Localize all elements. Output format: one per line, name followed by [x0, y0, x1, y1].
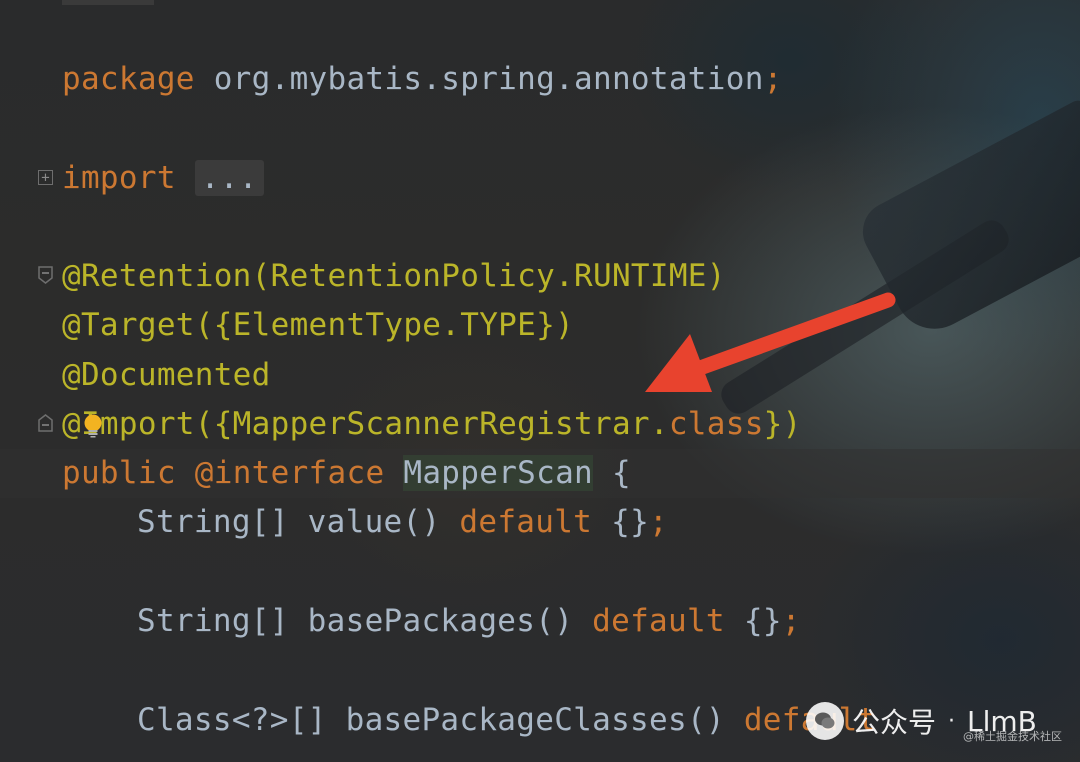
target-annotation: @Target({ElementType.TYPE}) — [62, 307, 575, 343]
package-keyword: package — [62, 61, 195, 97]
semicolon: ; — [781, 603, 801, 639]
import-annotation-prefix: @Import({MapperScannerRegistrar. — [62, 406, 669, 442]
default-keyword: default — [592, 603, 725, 639]
documented-annotation: @Documented — [62, 357, 271, 393]
code-line-import-annotation: @Import({MapperScannerRegistrar.class}) — [62, 400, 802, 449]
import-annotation-suffix: }) — [763, 406, 802, 442]
semicolon: ; — [763, 61, 783, 97]
public-keyword: public — [62, 455, 176, 491]
default-keyword: default — [459, 504, 593, 540]
default-value: {} — [724, 603, 782, 639]
code-line-target: @Target({ElementType.TYPE}) — [62, 301, 574, 350]
watermark-separator: · — [948, 708, 956, 734]
code-line-retention: @Retention(RetentionPolicy.RUNTIME) — [62, 252, 726, 301]
class-keyword: class — [668, 406, 764, 442]
default-value: {} — [592, 504, 650, 540]
code-line-basepackageclasses-method: Class<?>[] basePackageClasses() default — [137, 696, 877, 745]
lightbulb-icon[interactable] — [82, 414, 104, 438]
code-line-value-method: String[] value() default {}; — [137, 498, 668, 547]
semicolon: ; — [649, 504, 669, 540]
collapse-icon[interactable] — [38, 414, 53, 432]
retention-annotation: @Retention(RetentionPolicy.RUNTIME) — [62, 258, 726, 294]
package-name: org.mybatis.spring.annotation — [194, 61, 764, 97]
code-editor[interactable]: package org.mybatis.spring.annotation; i… — [0, 0, 1080, 762]
expand-icon[interactable]: + — [38, 170, 53, 185]
basepackageclasses-method-signature: Class<?>[] basePackageClasses() — [137, 702, 744, 738]
code-line-documented: @Documented — [62, 351, 271, 400]
code-line-basepackages-method: String[] basePackages() default {}; — [137, 597, 801, 646]
interface-keyword: @interface — [194, 455, 385, 491]
collapse-icon[interactable] — [38, 266, 53, 284]
value-method-signature: String[] value() — [137, 504, 460, 540]
basepackages-method-signature: String[] basePackages() — [137, 603, 593, 639]
wechat-logo-icon — [806, 702, 844, 740]
import-keyword: import — [62, 160, 176, 196]
juejin-watermark: @稀土掘金技术社区 — [963, 730, 1062, 743]
interface-name[interactable]: MapperScan — [403, 455, 594, 491]
code-line-package: package org.mybatis.spring.annotation; — [62, 55, 783, 104]
watermark-label: 公众号 — [852, 706, 937, 739]
code-line-import: import ... — [62, 154, 264, 203]
open-brace: { — [593, 455, 631, 491]
code-line-declaration: public @interface MapperScan { — [62, 449, 631, 498]
folded-imports[interactable]: ... — [194, 160, 264, 196]
